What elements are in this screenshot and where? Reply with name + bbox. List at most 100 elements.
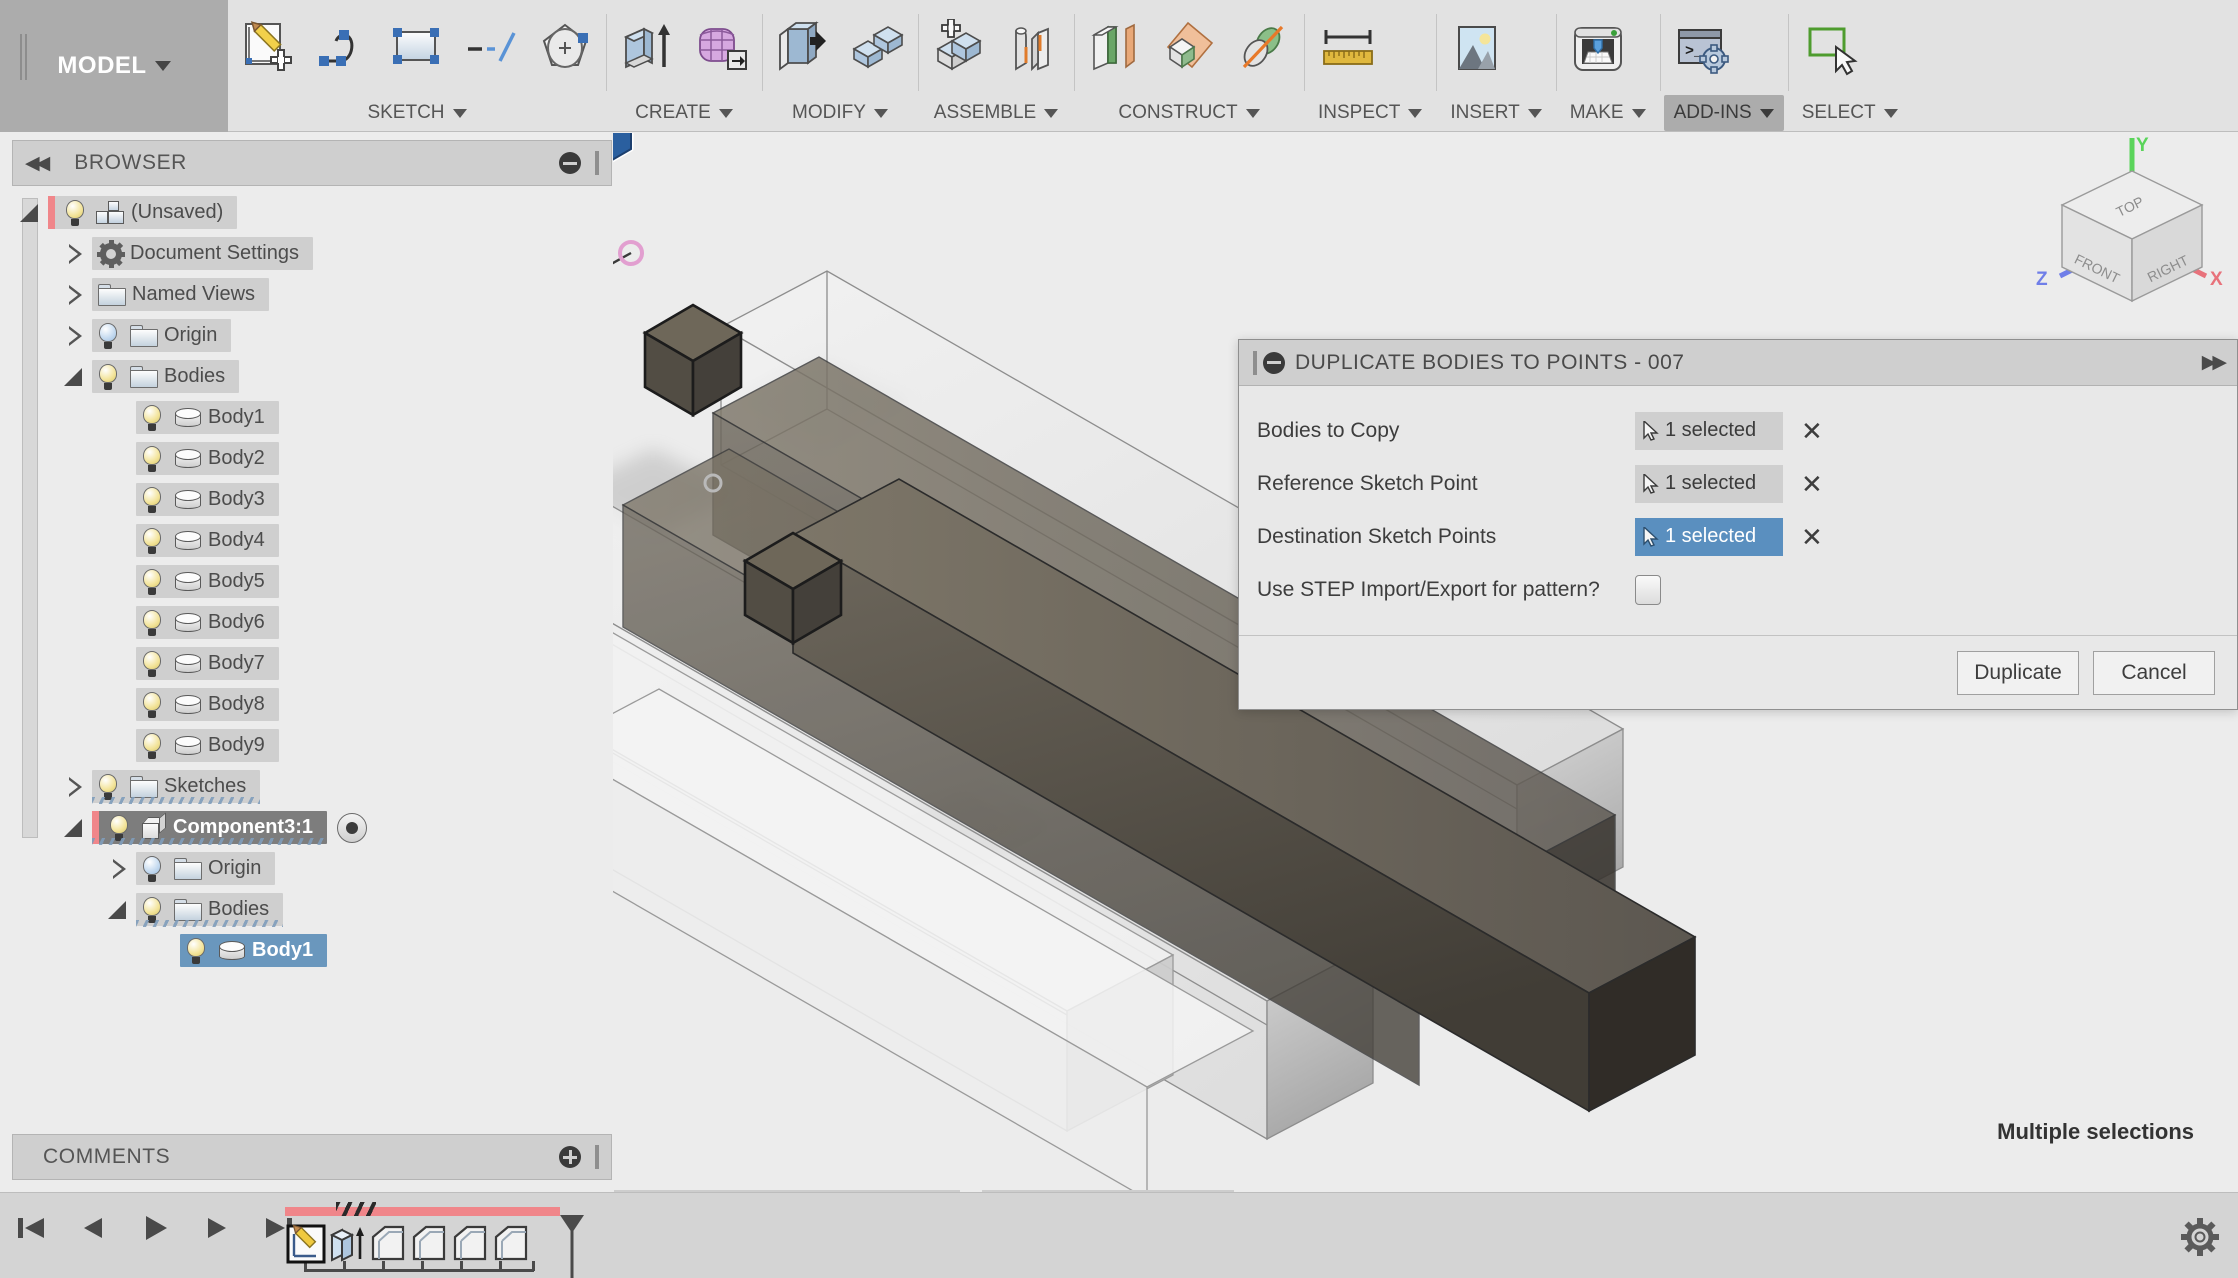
x-icon[interactable]: ✕ (1801, 418, 1823, 444)
timeline-feature-6[interactable] (490, 1223, 532, 1265)
tree-item-body3[interactable]: Body3 (12, 479, 612, 520)
press-pull-icon[interactable] (766, 3, 840, 93)
light-bulb-icon[interactable] (143, 855, 161, 882)
timeline-strip[interactable] (280, 1202, 584, 1278)
step-back-icon[interactable] (76, 1211, 110, 1245)
tree-item-document-settings[interactable]: Document Settings (12, 233, 612, 274)
light-bulb-icon[interactable] (143, 568, 161, 595)
workspace-tab-model[interactable]: MODEL (0, 0, 228, 132)
create-sketch-icon[interactable] (232, 3, 306, 93)
light-bulb-icon[interactable] (143, 527, 161, 554)
tree-item-body9[interactable]: Body9 (12, 725, 612, 766)
dialog-drag-handle[interactable] (1253, 350, 1257, 375)
tree-item-body5[interactable]: Body5 (12, 561, 612, 602)
panel-resize-handle[interactable] (595, 1145, 599, 1169)
ribbon-group-label-construct[interactable]: CONSTRUCT (1078, 95, 1300, 131)
timeline-marker-icon[interactable] (558, 1213, 586, 1278)
ribbon-grip-handle[interactable] (20, 34, 30, 80)
expand-arrow-icon[interactable] (113, 858, 126, 879)
light-bulb-icon[interactable] (99, 322, 117, 349)
view-cube[interactable]: Y Z X TOP FRONT RIGHT (2020, 133, 2238, 303)
tree-item-body1[interactable]: Body1 (12, 930, 612, 971)
mesh-create-icon[interactable] (684, 3, 758, 93)
tree-item-body7[interactable]: Body7 (12, 643, 612, 684)
tree-item-body2[interactable]: Body2 (12, 438, 612, 479)
minimize-icon[interactable] (559, 152, 581, 174)
scripts-addins-icon[interactable]: >_ (1664, 3, 1740, 93)
offset-plane-icon[interactable] (1078, 3, 1152, 93)
bodies-to-copy-selection[interactable]: 1 selected (1635, 411, 1783, 450)
double-left-arrow-icon[interactable]: ◀◀ (25, 152, 50, 175)
tree-item-sketches[interactable]: Sketches (12, 766, 612, 807)
expand-arrow-icon[interactable] (69, 284, 82, 305)
ribbon-group-label-modify[interactable]: MODIFY (766, 95, 914, 131)
tree-item-component3-1[interactable]: Component3:1 (12, 807, 612, 848)
minimize-icon[interactable] (1263, 351, 1285, 374)
extrude-icon[interactable] (610, 3, 684, 93)
measure-icon[interactable] (1308, 3, 1388, 93)
light-bulb-icon[interactable] (99, 773, 117, 800)
light-bulb-icon[interactable] (143, 404, 161, 431)
timeline-feature-3[interactable] (367, 1223, 409, 1265)
light-bulb-icon[interactable] (143, 486, 161, 513)
plane-at-angle-icon[interactable] (1152, 3, 1226, 93)
combine-icon[interactable] (840, 3, 914, 93)
select-window-icon[interactable] (1792, 3, 1868, 93)
destination-sketch-points-selection[interactable]: 1 selected (1635, 517, 1783, 556)
light-bulb-icon[interactable] (110, 814, 128, 841)
ribbon-group-label-addins[interactable]: ADD-INS (1663, 95, 1784, 131)
expand-arrow-icon[interactable] (69, 776, 82, 797)
spline-icon[interactable] (306, 3, 380, 93)
ribbon-group-label-insert[interactable]: INSERT (1440, 95, 1551, 131)
collapse-arrow-icon[interactable] (108, 900, 126, 919)
light-bulb-icon[interactable] (143, 650, 161, 677)
light-bulb-icon[interactable] (143, 896, 161, 923)
tree-item-body1[interactable]: Body1 (12, 397, 612, 438)
light-bulb-icon[interactable] (143, 609, 161, 636)
step-forward-icon[interactable] (200, 1211, 234, 1245)
polygon-icon[interactable] (528, 3, 602, 93)
use-step-checkbox[interactable] (1635, 574, 1661, 605)
collapse-arrow-icon[interactable] (20, 203, 38, 222)
light-bulb-icon[interactable] (99, 363, 117, 390)
tree-item-body6[interactable]: Body6 (12, 602, 612, 643)
ribbon-group-label-assemble[interactable]: ASSEMBLE (922, 95, 1070, 131)
joint-icon[interactable] (996, 3, 1070, 93)
tree-item-body4[interactable]: Body4 (12, 520, 612, 561)
plus-circle-icon[interactable] (559, 1146, 581, 1168)
x-icon[interactable]: ✕ (1801, 524, 1823, 550)
timeline-feature-1[interactable] (285, 1223, 327, 1265)
collapse-arrow-icon[interactable] (64, 367, 82, 386)
panel-resize-handle[interactable] (595, 151, 599, 175)
expand-arrow-icon[interactable] (69, 243, 82, 264)
ribbon-group-label-make[interactable]: MAKE (1560, 95, 1656, 131)
collapse-arrow-icon[interactable] (64, 818, 82, 837)
tree-item-bodies[interactable]: Bodies (12, 889, 612, 930)
ribbon-group-label-inspect[interactable]: INSPECT (1308, 95, 1432, 131)
ribbon-group-label-sketch[interactable]: SKETCH (232, 95, 602, 131)
ribbon-group-label-create[interactable]: CREATE (610, 95, 758, 131)
x-icon[interactable]: ✕ (1801, 471, 1823, 497)
duplicate-button[interactable]: Duplicate (1957, 650, 2079, 695)
ribbon-group-label-select[interactable]: SELECT (1792, 95, 1908, 131)
cancel-button[interactable]: Cancel (2093, 650, 2215, 695)
double-right-arrow-icon[interactable]: ▶▶ (2202, 351, 2227, 374)
tree-item-origin[interactable]: Origin (12, 315, 612, 356)
tree-item-bodies[interactable]: Bodies (12, 356, 612, 397)
light-bulb-icon[interactable] (143, 691, 161, 718)
expand-arrow-icon[interactable] (69, 325, 82, 346)
timeline-feature-5[interactable] (449, 1223, 491, 1265)
rectangle-icon[interactable] (380, 3, 454, 93)
reference-sketch-point-selection[interactable]: 1 selected (1635, 464, 1783, 503)
new-component-icon[interactable] (922, 3, 996, 93)
go-to-beginning-icon[interactable] (14, 1211, 48, 1245)
light-bulb-icon[interactable] (187, 937, 205, 964)
tree-item-origin[interactable]: Origin (12, 848, 612, 889)
timeline-feature-2[interactable] (326, 1223, 368, 1265)
sketch-dimension-icon[interactable] (454, 3, 528, 93)
duplicate-bodies-dialog[interactable]: DUPLICATE BODIES TO POINTS - 007 ▶▶ Bodi… (1238, 339, 2238, 710)
tree-item-body8[interactable]: Body8 (12, 684, 612, 725)
light-bulb-icon[interactable] (66, 199, 84, 226)
tree-item-named-views[interactable]: Named Views (12, 274, 612, 315)
timeline-feature-4[interactable] (408, 1223, 450, 1265)
